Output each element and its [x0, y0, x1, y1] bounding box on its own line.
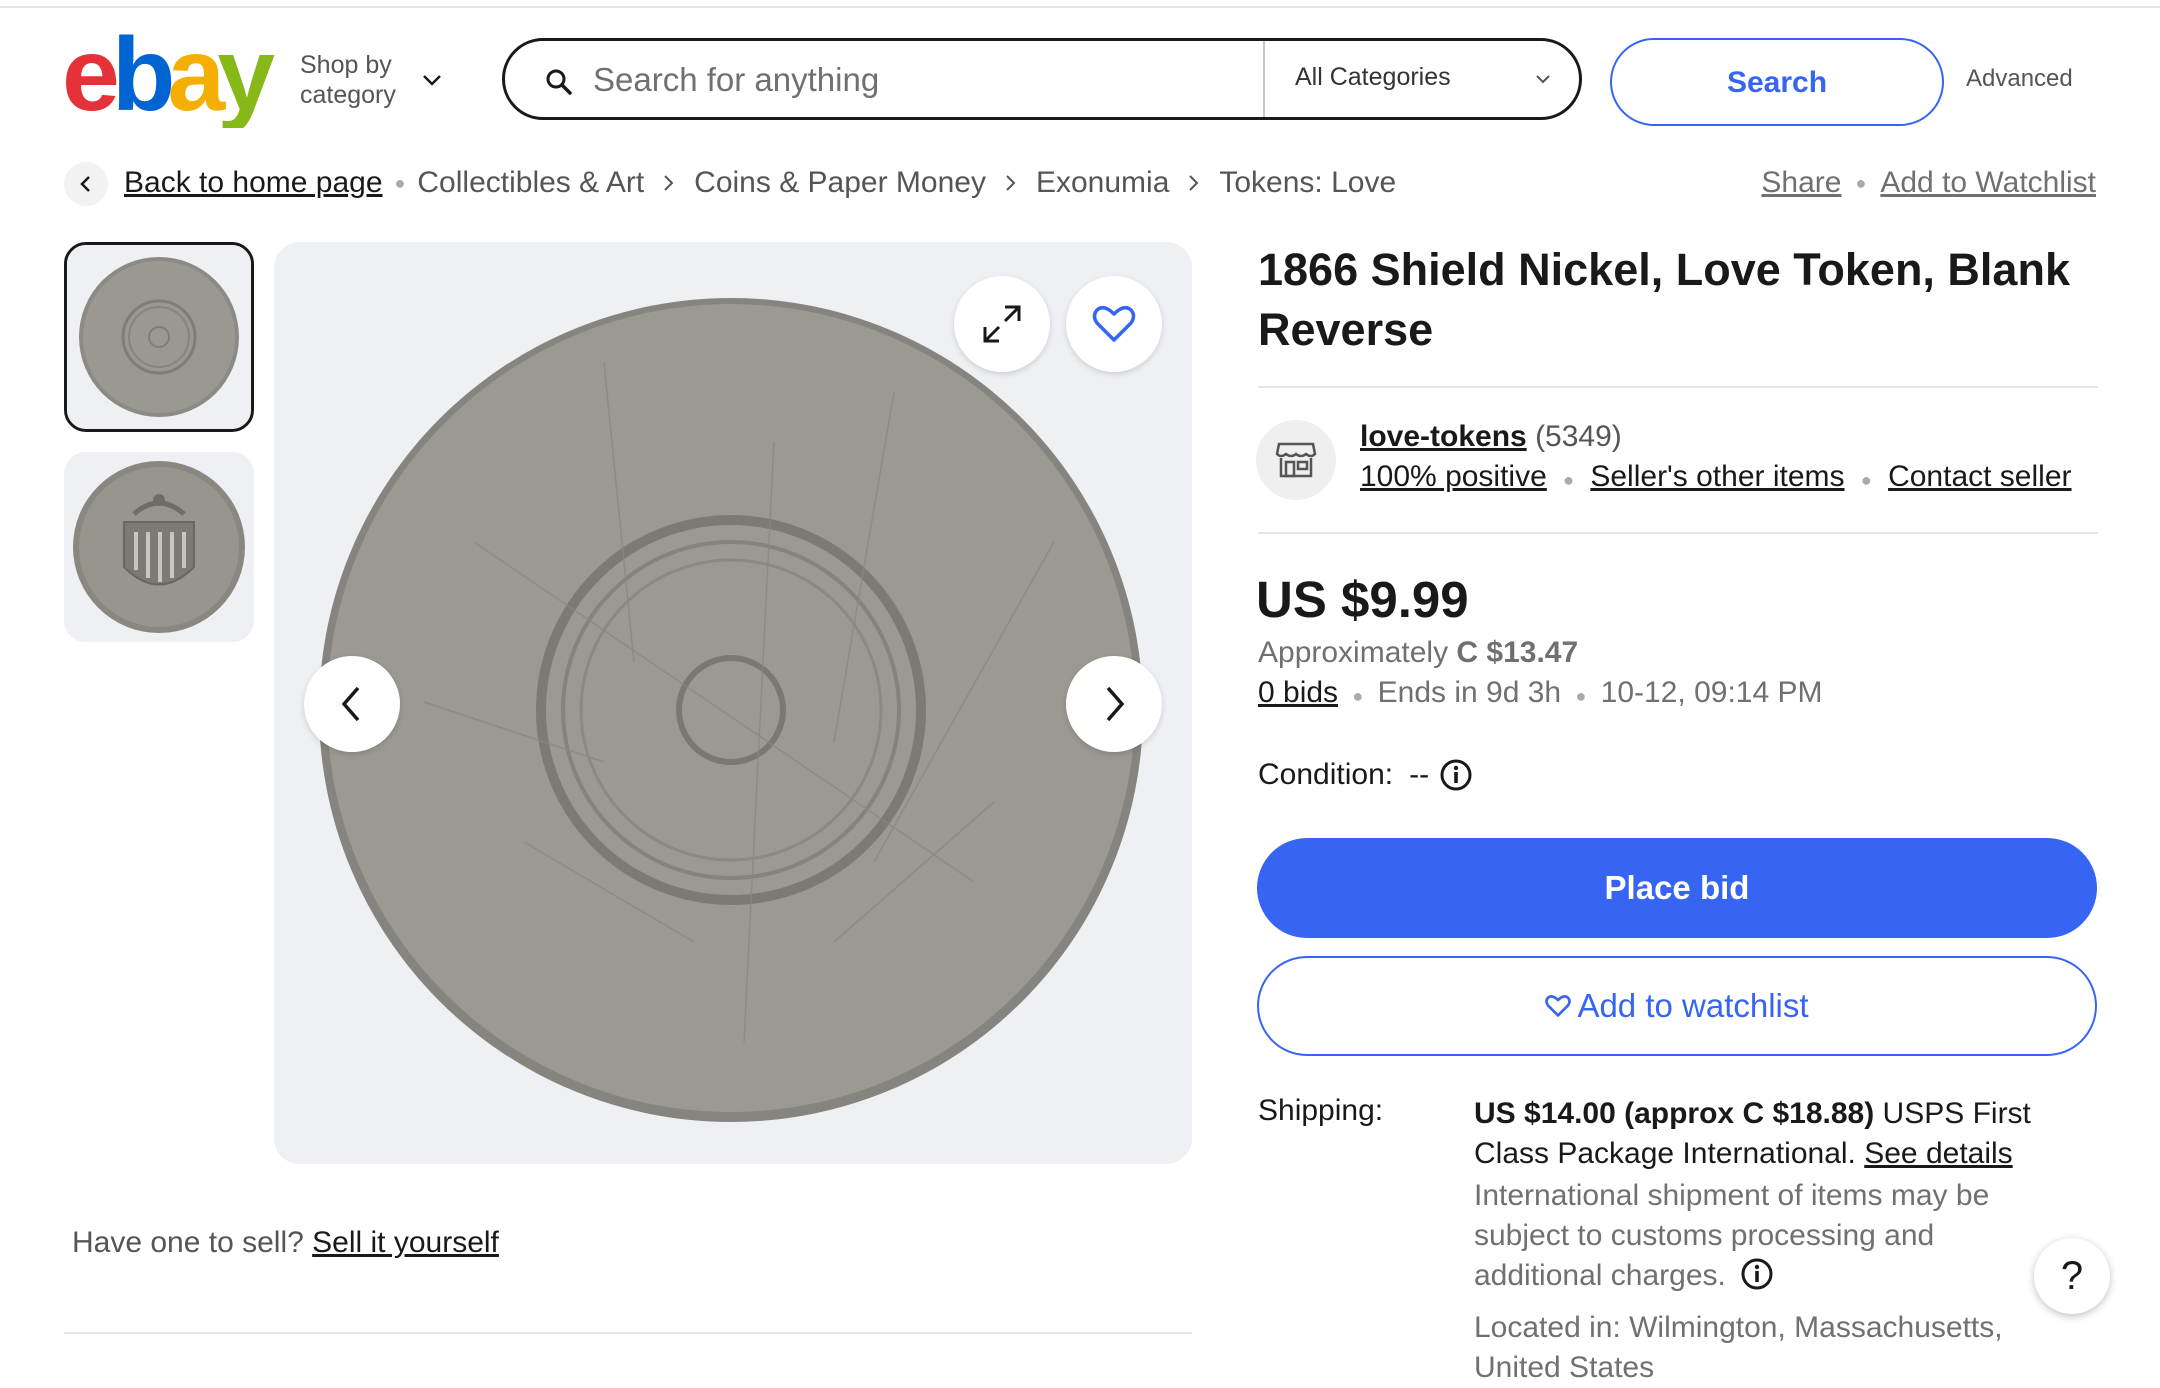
separator-dot: ● — [1575, 686, 1587, 706]
sell-it-yourself-link[interactable]: Sell it yourself — [312, 1226, 499, 1259]
item-price: US $9.99 — [1256, 571, 1469, 628]
heart-icon — [1092, 306, 1136, 342]
info-icon[interactable] — [1740, 1257, 1774, 1291]
see-details-link[interactable]: See details — [1864, 1137, 2012, 1170]
add-to-watchlist-button[interactable]: Add to watchlist — [1257, 956, 2097, 1056]
condition-label: Condition: — [1258, 758, 1394, 791]
expand-icon — [983, 305, 1021, 343]
thumbnail-obverse[interactable] — [64, 452, 254, 642]
add-to-watchlist-label: Add to watchlist — [1577, 987, 1809, 1024]
place-bid-button[interactable]: Place bid — [1257, 838, 2097, 938]
separator-dot: ● — [1855, 172, 1867, 193]
sell-prompt: Have one to sell? Sell it yourself — [72, 1226, 499, 1260]
sellers-other-items-link[interactable]: Seller's other items — [1590, 460, 1844, 493]
seller-links: 100% positive ● Seller's other items ● C… — [1360, 460, 2072, 494]
info-icon[interactable] — [1439, 758, 1473, 792]
search-input[interactable] — [591, 41, 1195, 117]
share-link[interactable]: Share — [1761, 166, 1841, 200]
contact-seller-link[interactable]: Contact seller — [1888, 460, 2071, 493]
previous-image-button[interactable] — [304, 656, 400, 752]
divider — [1258, 386, 2098, 388]
svg-text:ebay: ebay — [62, 28, 275, 128]
chevron-right-icon — [1106, 686, 1125, 722]
breadcrumb-item[interactable]: Tokens: Love — [1219, 166, 1396, 200]
add-to-watchlist-link[interactable]: Add to Watchlist — [1880, 166, 2096, 200]
shop-by-line2: category — [300, 81, 396, 109]
ebay-logo[interactable]: ebay — [62, 28, 294, 128]
chevron-left-icon — [341, 686, 360, 722]
breadcrumb-item[interactable]: Exonumia — [1036, 166, 1169, 200]
condition-value: -- — [1409, 758, 1430, 791]
chevron-right-icon — [662, 173, 676, 193]
category-divider — [1263, 41, 1265, 117]
help-button[interactable]: ? — [2034, 1238, 2110, 1314]
bid-info: 0 bids ● Ends in 9d 3h ● 10-12, 09:14 PM — [1258, 676, 1822, 710]
shipping-note-text: International shipment of items may be s… — [1474, 1179, 1990, 1292]
store-icon[interactable] — [1256, 420, 1336, 500]
sell-prompt-text: Have one to sell? — [72, 1226, 304, 1259]
category-select[interactable]: All Categories — [1295, 63, 1451, 92]
separator-dot: ● — [394, 172, 406, 193]
back-button[interactable] — [64, 162, 108, 206]
search-icon — [546, 69, 572, 95]
separator-dot: ● — [1563, 470, 1575, 490]
chevron-down-icon[interactable] — [1535, 73, 1551, 85]
shipping-cost: US $14.00 (approx C $18.88) — [1474, 1097, 1875, 1130]
approx-value: C $13.47 — [1456, 636, 1579, 669]
store-glyph — [1275, 442, 1317, 478]
coin-reverse-thumb — [67, 245, 251, 429]
seller-name-link[interactable]: love-tokens — [1360, 420, 1527, 453]
breadcrumb: Back to home page ● Collectibles & Art C… — [124, 166, 1396, 200]
feedback-count: (5349) — [1535, 420, 1622, 453]
divider — [1258, 532, 2098, 534]
condition-row: Condition: -- — [1258, 758, 1473, 792]
main-product-image[interactable] — [274, 242, 1192, 1164]
shipping-note: International shipment of items may be s… — [1474, 1176, 2054, 1296]
positive-feedback-link[interactable]: 100% positive — [1360, 460, 1547, 493]
search-button[interactable]: Search — [1610, 38, 1944, 126]
seller-info: love-tokens (5349) — [1360, 420, 1622, 454]
heart-icon — [1545, 995, 1572, 1017]
breadcrumb-item[interactable]: Coins & Paper Money — [694, 166, 986, 200]
chevron-down-icon[interactable] — [420, 68, 444, 92]
bids-link[interactable]: 0 bids — [1258, 676, 1338, 709]
chevron-left-icon — [80, 176, 90, 192]
coin-reverse-image — [274, 242, 1192, 1164]
top-border — [0, 6, 2160, 8]
expand-image-button[interactable] — [954, 276, 1050, 372]
shipping-label: Shipping: — [1258, 1094, 1384, 1127]
back-to-home-link[interactable]: Back to home page — [124, 166, 383, 200]
approx-prefix: Approximately — [1258, 636, 1449, 669]
ends-in: Ends in 9d 3h — [1377, 676, 1562, 709]
share-watch-links: Share ● Add to Watchlist — [1761, 166, 2096, 200]
breadcrumb-item[interactable]: Collectibles & Art — [417, 166, 644, 200]
item-title: 1866 Shield Nickel, Love Token, Blank Re… — [1258, 244, 2070, 355]
advanced-search-link[interactable]: Advanced — [1966, 65, 2073, 93]
approx-price: Approximately C $13.47 — [1258, 636, 1578, 670]
next-image-button[interactable] — [1066, 656, 1162, 752]
divider — [64, 1332, 1192, 1334]
chevron-right-icon — [1187, 173, 1201, 193]
thumbnail-reverse[interactable] — [64, 242, 254, 432]
end-date: 10-12, 09:14 PM — [1600, 676, 1823, 709]
separator-dot: ● — [1860, 470, 1872, 490]
watch-heart-button[interactable] — [1066, 276, 1162, 372]
shop-by-category[interactable]: Shop by category — [300, 50, 396, 110]
shipping-details: US $14.00 (approx C $18.88) USPS First C… — [1474, 1094, 2074, 1174]
search-bar: All Categories — [502, 38, 1582, 120]
coin-obverse-thumb — [64, 452, 254, 642]
shop-by-line1: Shop by — [300, 51, 392, 79]
chevron-right-icon — [1004, 173, 1018, 193]
item-location: Located in: Wilmington, Massachusetts, U… — [1474, 1311, 2003, 1384]
separator-dot: ● — [1352, 686, 1364, 706]
